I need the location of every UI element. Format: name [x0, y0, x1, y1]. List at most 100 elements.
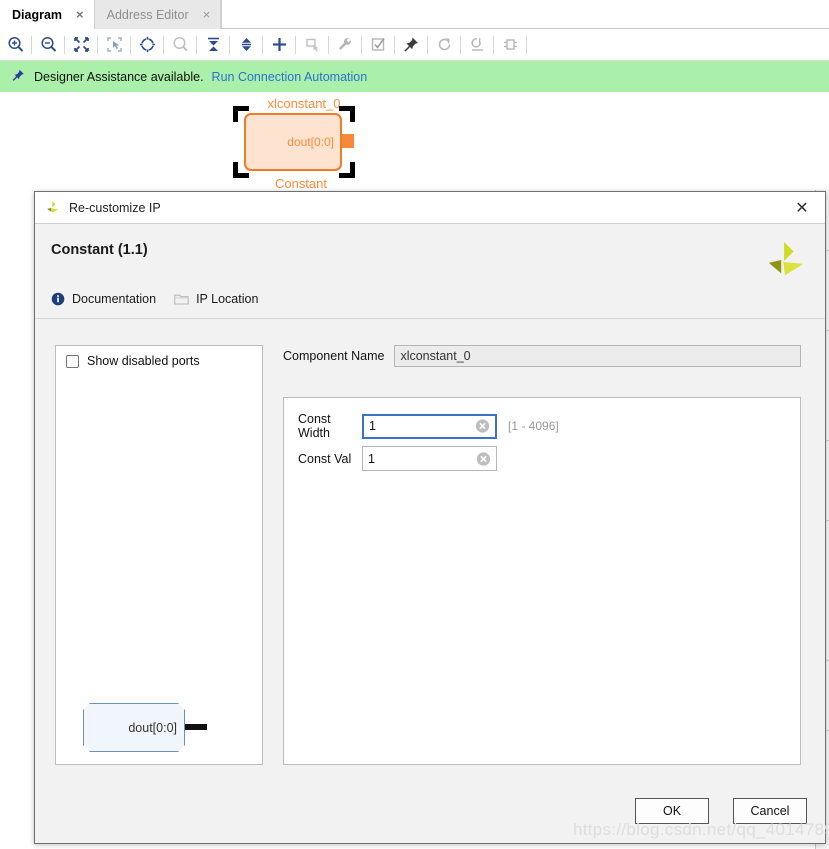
add-module-button[interactable] — [297, 30, 327, 60]
documentation-link-label: Documentation — [72, 292, 157, 306]
tab-address-editor-label: Address Editor — [106, 7, 189, 22]
documentation-link[interactable]: Documentation — [51, 292, 156, 306]
wand-icon — [12, 69, 24, 81]
zoom-in-button[interactable] — [0, 30, 30, 60]
dialog-heading: Constant (1.1) — [51, 242, 148, 258]
clear-field-icon[interactable] — [475, 419, 490, 434]
ok-button[interactable]: OK — [635, 798, 709, 824]
component-name-value: xlconstant_0 — [400, 349, 471, 363]
zoom-in-icon — [7, 36, 23, 52]
ip-location-link-label: IP Location — [196, 292, 259, 306]
toolbar-separator — [493, 35, 494, 54]
refresh-button[interactable] — [429, 30, 459, 60]
dialog-header: Constant (1.1) Documentation IP Location — [35, 224, 825, 306]
diagram-block-body[interactable]: dout[0:0] — [244, 113, 342, 171]
validate-design-button[interactable] — [363, 30, 393, 60]
show-disabled-ports-row[interactable]: Show disabled ports — [56, 346, 262, 368]
customize-block-button[interactable] — [330, 30, 360, 60]
info-icon — [51, 292, 65, 306]
diagram-block-output-pin[interactable] — [342, 134, 354, 148]
dialog-close-icon[interactable]: ✕ — [789, 196, 815, 220]
banner-text: Designer Assistance available. — [34, 69, 204, 84]
toolbar-separator — [130, 35, 131, 54]
search-button[interactable] — [165, 30, 195, 60]
add-ip-button[interactable] — [264, 30, 294, 60]
clear-field-icon[interactable] — [476, 451, 491, 466]
toolbar-separator — [196, 35, 197, 54]
dialog-title-label: Re-customize IP — [69, 200, 161, 215]
tab-bar: Diagram × Address Editor × — [0, 0, 829, 29]
zoom-out-icon — [40, 36, 56, 52]
add-ip-icon — [272, 38, 286, 51]
select-area-button[interactable] — [132, 30, 162, 60]
const-width-label: Const Width — [298, 412, 331, 440]
zoom-area-button[interactable] — [99, 30, 129, 60]
ip-location-link[interactable]: IP Location — [174, 292, 258, 306]
diagram-block-xlconstant[interactable]: xlconstant_0 dout[0:0] Constant — [231, 96, 359, 191]
optimize-routing-button[interactable] — [495, 30, 525, 60]
tab-address-editor[interactable]: Address Editor × — [94, 0, 222, 29]
collapse-all-icon — [207, 37, 219, 51]
const-width-row: Const Width 1 [1 - 4096] — [284, 398, 800, 440]
zoom-fit-button[interactable] — [66, 30, 96, 60]
expand-all-button[interactable] — [231, 30, 261, 60]
show-disabled-ports-checkbox[interactable] — [66, 354, 79, 368]
regenerate-layout-button[interactable] — [462, 30, 492, 60]
cancel-button[interactable]: Cancel — [733, 798, 807, 824]
ip-config-panel: Component Name xlconstant_0 Const Width … — [283, 319, 801, 789]
xilinx-brand-logo — [768, 241, 804, 276]
const-width-hint: [1 - 4096] — [508, 419, 559, 433]
diagram-block-subtitle: Constant — [274, 176, 328, 191]
toolbar-separator — [460, 35, 461, 54]
ip-symbol-port-label: dout[0:0] — [128, 720, 177, 735]
const-val-row: Const Val 1 — [284, 446, 800, 471]
validate-design-icon — [371, 38, 385, 51]
pin-button[interactable] — [396, 30, 426, 60]
const-val-input[interactable]: 1 — [362, 446, 497, 471]
add-module-icon — [305, 38, 318, 52]
const-val-value: 1 — [368, 451, 375, 466]
designer-assistance-banner: Designer Assistance available. Run Conne… — [0, 61, 829, 92]
component-name-input[interactable]: xlconstant_0 — [394, 345, 801, 367]
folder-icon — [174, 294, 189, 305]
constant-options-group: Const Width 1 [1 - 4096] Const Val 1 — [283, 397, 801, 765]
dialog-button-row: OK Cancel — [635, 798, 807, 824]
toolbar-separator — [64, 35, 65, 54]
const-width-value: 1 — [369, 419, 376, 433]
toolbar-separator — [295, 35, 296, 54]
dialog-body: Show disabled ports dout[0:0] Component … — [35, 319, 825, 843]
dialog-title-bar: Re-customize IP ✕ — [35, 192, 825, 224]
zoom-out-button[interactable] — [33, 30, 63, 60]
run-connection-automation-link[interactable]: Run Connection Automation — [212, 70, 368, 84]
zoom-fit-icon — [73, 37, 89, 52]
re-customize-ip-dialog: Re-customize IP ✕ Constant (1.1) Documen… — [34, 191, 826, 844]
ip-symbol-shape: dout[0:0] — [83, 703, 185, 752]
optimize-routing-icon — [503, 39, 517, 50]
tab-diagram-label: Diagram — [12, 7, 63, 22]
diagram-toolbar — [0, 29, 829, 61]
ip-symbol-output-pin — [185, 724, 207, 730]
tab-address-editor-close-icon[interactable]: × — [203, 8, 211, 21]
const-width-input[interactable]: 1 — [362, 413, 497, 439]
const-val-label: Const Val — [298, 451, 352, 466]
wrench-settings-icon — [338, 37, 351, 50]
diagram-block-port-label: dout[0:0] — [287, 135, 334, 149]
show-disabled-ports-label: Show disabled ports — [87, 354, 200, 368]
crosshair-target-icon — [139, 36, 155, 53]
toolbar-separator — [361, 35, 362, 54]
toolbar-separator — [262, 35, 263, 54]
tab-diagram-close-icon[interactable]: × — [76, 8, 84, 21]
search-icon — [172, 36, 188, 52]
toolbar-separator — [31, 35, 32, 54]
expand-all-icon — [241, 38, 251, 51]
refresh-icon — [438, 38, 450, 51]
toolbar-separator — [163, 35, 164, 54]
regenerate-layout-icon — [470, 38, 483, 51]
ip-symbol-panel: Show disabled ports dout[0:0] — [55, 345, 263, 765]
component-name-label: Component Name — [283, 349, 385, 363]
tab-diagram[interactable]: Diagram × — [0, 0, 95, 29]
ip-symbol-preview: dout[0:0] — [83, 703, 207, 752]
application-window: Diagram × Address Editor × Designer Assi… — [0, 0, 829, 849]
collapse-all-button[interactable] — [198, 30, 228, 60]
selection-handle-top-left — [233, 106, 249, 122]
